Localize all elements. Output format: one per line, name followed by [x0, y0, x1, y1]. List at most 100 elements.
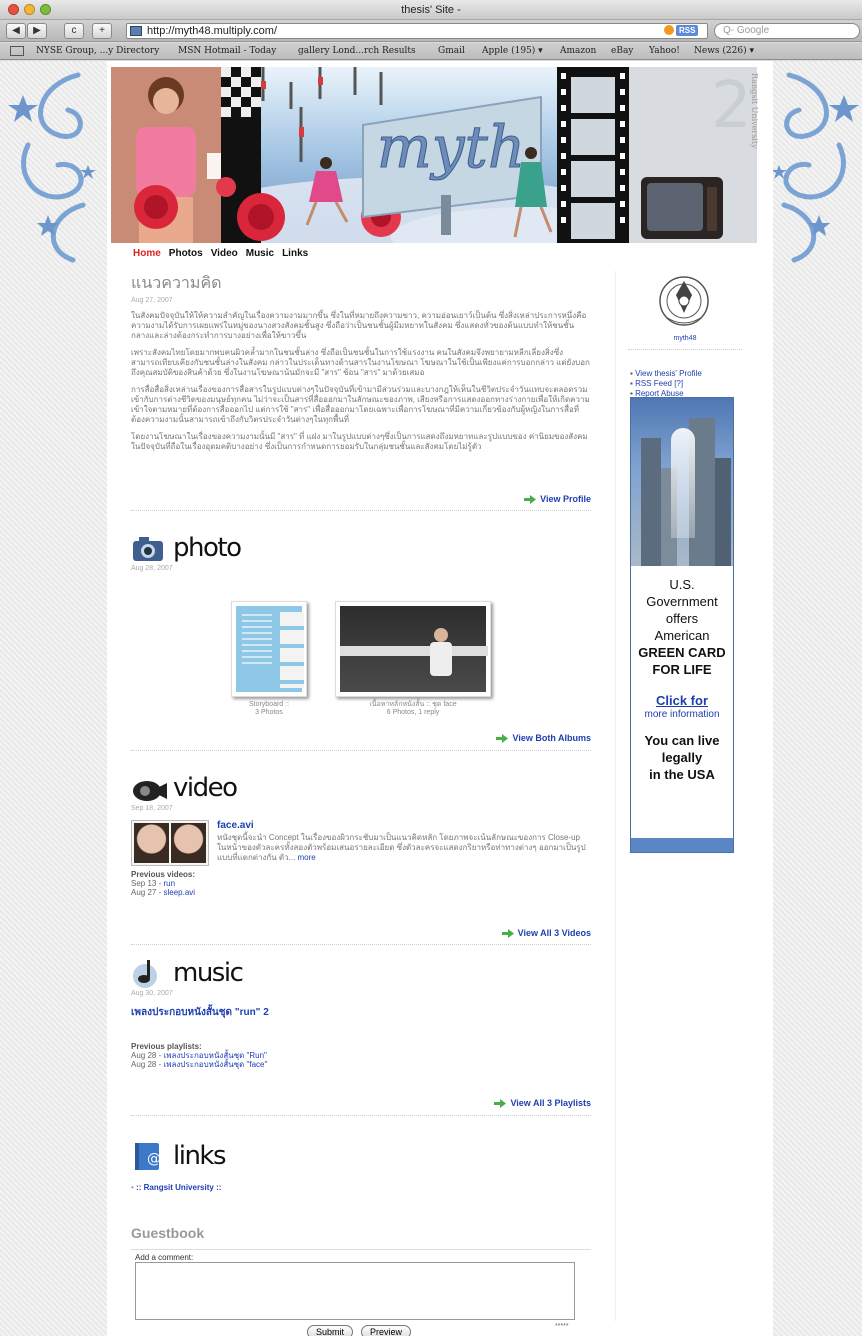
video-title-link[interactable]: face.avi	[217, 820, 589, 831]
prev-video-link[interactable]: sleep.avi	[163, 888, 195, 897]
album-title[interactable]: เนื้อหาหลักหนังสั้น :: ชุด face	[335, 701, 491, 709]
back-button[interactable]: ◀	[6, 23, 26, 39]
search-input[interactable]: Q- Google	[714, 23, 860, 39]
guestbook-heading: Guestbook	[131, 1225, 205, 1241]
bookmarks-bar: NYSE Group, ...y Directory MSN Hotmail -…	[0, 43, 862, 60]
playlist-title-link[interactable]: เพลงประกอบหนังสั้นชุด "run" 2	[131, 1005, 591, 1020]
prev-video-link[interactable]: run	[163, 879, 175, 888]
bookmark-item[interactable]: Apple (195) ▾	[482, 46, 543, 56]
album-title[interactable]: Storyboard ::	[231, 701, 307, 709]
bookmark-item[interactable]: MSN Hotmail - Today	[178, 46, 276, 56]
comment-textarea[interactable]	[135, 1262, 575, 1320]
bookmarks-book-icon[interactable]	[10, 46, 24, 56]
green-arrow-icon	[494, 1098, 507, 1108]
reload-button[interactable]: c	[64, 23, 84, 39]
bookmark-item[interactable]: gallery Lond...rch Results	[298, 46, 416, 56]
url-text: http://myth48.multiply.com/	[147, 25, 278, 37]
nav-home[interactable]: Home	[133, 248, 161, 259]
university-seal-avatar[interactable]	[658, 273, 710, 335]
rating-stars: *****	[555, 1323, 569, 1330]
nav-photos[interactable]: Photos	[169, 248, 203, 259]
photo-date: Aug 28, 2007	[131, 565, 173, 572]
favicon-icon	[130, 26, 142, 36]
ad-line: FOR LIFE	[652, 662, 712, 677]
ad-tagline: in the USA	[649, 767, 715, 782]
ad-line: GREEN CARD	[638, 645, 726, 660]
view-both-albums-label: View Both Albums	[512, 733, 591, 743]
view-all-videos-link[interactable]: View All 3 Videos	[501, 928, 591, 938]
url-field[interactable]: http://myth48.multiply.com/	[126, 23, 708, 39]
view-profile-sidebar-link[interactable]: View thesis' Profile	[635, 369, 702, 378]
previous-videos-label: Previous videos:	[131, 870, 196, 879]
rss-button[interactable]: RSS	[676, 25, 699, 36]
main-column: แนวความคิด Aug 27, 2007 ในสังคมปัจจุบันใ…	[131, 271, 591, 1336]
add-bookmark-button[interactable]: +	[92, 23, 112, 39]
music-heading: music	[173, 958, 244, 988]
bookmark-item[interactable]: Yahoo!	[649, 46, 680, 56]
video-date: Sep 18, 2007	[131, 805, 173, 812]
rangsit-link[interactable]: :: Rangsit University ::	[136, 1183, 221, 1192]
decorative-swirl-right	[771, 72, 859, 263]
album-thumb-storyboard[interactable]	[231, 601, 307, 697]
ad-line: offers	[665, 611, 699, 626]
green-card-ad[interactable]: U.S. Government offers American GREEN CA…	[630, 397, 734, 853]
ad-skyline-image	[631, 398, 733, 566]
article-title: แนวความคิด	[131, 273, 222, 292]
video-heading: video	[173, 773, 238, 803]
view-all-playlists-link[interactable]: View All 3 Playlists	[494, 1098, 591, 1108]
view-profile-label: View Profile	[540, 494, 591, 504]
camera-icon	[133, 537, 163, 561]
nav-video[interactable]: Video	[211, 248, 238, 259]
video-section: video Sep 18, 2007 face.avi หนังชุดนี้จะ…	[131, 773, 591, 945]
album-caption-storyboard: Storyboard :: 3 Photos	[231, 701, 307, 717]
main-nav: Home Photos Video Music Links	[133, 248, 308, 259]
article-paragraph: การสื่อสื่อสิ่งเหล่านเรื่องของการสื่อสาร…	[131, 385, 590, 424]
prev-playlist-link[interactable]: เพลงประกอบหนังสั้นชุด "face"	[163, 1060, 267, 1069]
ad-tagline: You can live	[644, 733, 720, 748]
ad-tagline: legally	[661, 750, 703, 765]
view-both-albums-link[interactable]: View Both Albums	[496, 733, 591, 743]
bookmark-item[interactable]: Gmail	[438, 46, 465, 56]
bookmark-item[interactable]: Amazon	[560, 46, 596, 56]
album-thumb-face[interactable]	[335, 601, 491, 697]
video-more-link[interactable]: more	[298, 853, 316, 862]
prev-playlist-link[interactable]: เพลงประกอบหนังสั้นชุด "Run"	[163, 1051, 266, 1060]
ad-line: U.S.	[669, 577, 695, 592]
sidebar: myth48 ▪ View thesis' Profile ▪ RSS Feed…	[615, 271, 751, 1321]
window-title: thesis' Site -	[401, 4, 461, 16]
nav-links[interactable]: Links	[282, 248, 308, 259]
bookmark-item[interactable]: NYSE Group, ...y Directory	[36, 46, 159, 56]
links-heading: links	[173, 1141, 227, 1171]
album-count: 6 Photos, 1 reply	[386, 709, 440, 716]
view-profile-link[interactable]: View Profile	[524, 494, 591, 504]
article-date: Aug 27, 2007	[131, 297, 173, 304]
green-arrow-icon	[501, 928, 514, 938]
video-description: หนังชุดนี้จะนำ Concept ในเรื่องของผิวกระ…	[217, 833, 586, 862]
previous-playlists-label: Previous playlists:	[131, 1042, 202, 1051]
address-book-icon: @	[135, 1143, 161, 1170]
submit-button[interactable]: Submit	[307, 1325, 354, 1336]
ad-click-link[interactable]: Click for	[631, 692, 733, 709]
green-arrow-icon	[524, 494, 537, 504]
nav-music[interactable]: Music	[246, 248, 274, 259]
photo-heading: photo	[173, 533, 242, 563]
music-section: music Aug 30, 2007 เพลงประกอบหนังสั้นชุด…	[131, 958, 591, 1116]
bookmark-item[interactable]: eBay	[611, 46, 633, 56]
forward-button[interactable]: ▶	[27, 23, 47, 39]
prev-playlist-date: Aug 28 -	[131, 1060, 164, 1069]
album-caption-face: เนื้อหาหลักหนังสั้น :: ชุด face 6 Photos…	[335, 701, 491, 717]
page-content: myth 2 Rangsit University Home Photos Vi…	[107, 61, 773, 1336]
article-paragraph: ในสังคมปัจจุบันให้ให้ความสำคัญในเรื่องคว…	[131, 311, 587, 340]
view-all-videos-label: View All 3 Videos	[517, 928, 591, 938]
bookmark-item[interactable]: News (226) ▾	[694, 46, 754, 56]
rss-feed-link[interactable]: RSS Feed [?]	[635, 379, 683, 388]
header-banner: myth 2	[111, 67, 757, 243]
music-date: Aug 30, 2007	[131, 990, 173, 997]
article-section: แนวความคิด Aug 27, 2007 ในสังคมปัจจุบันใ…	[131, 271, 591, 511]
face-album-image	[340, 606, 488, 692]
video-thumbnail[interactable]	[131, 820, 209, 866]
ad-more-info-link[interactable]: more information	[631, 709, 733, 720]
view-all-playlists-label: View All 3 Playlists	[510, 1098, 591, 1108]
sidebar-username-link[interactable]: myth48	[660, 335, 710, 342]
preview-button[interactable]: Preview	[361, 1325, 412, 1336]
